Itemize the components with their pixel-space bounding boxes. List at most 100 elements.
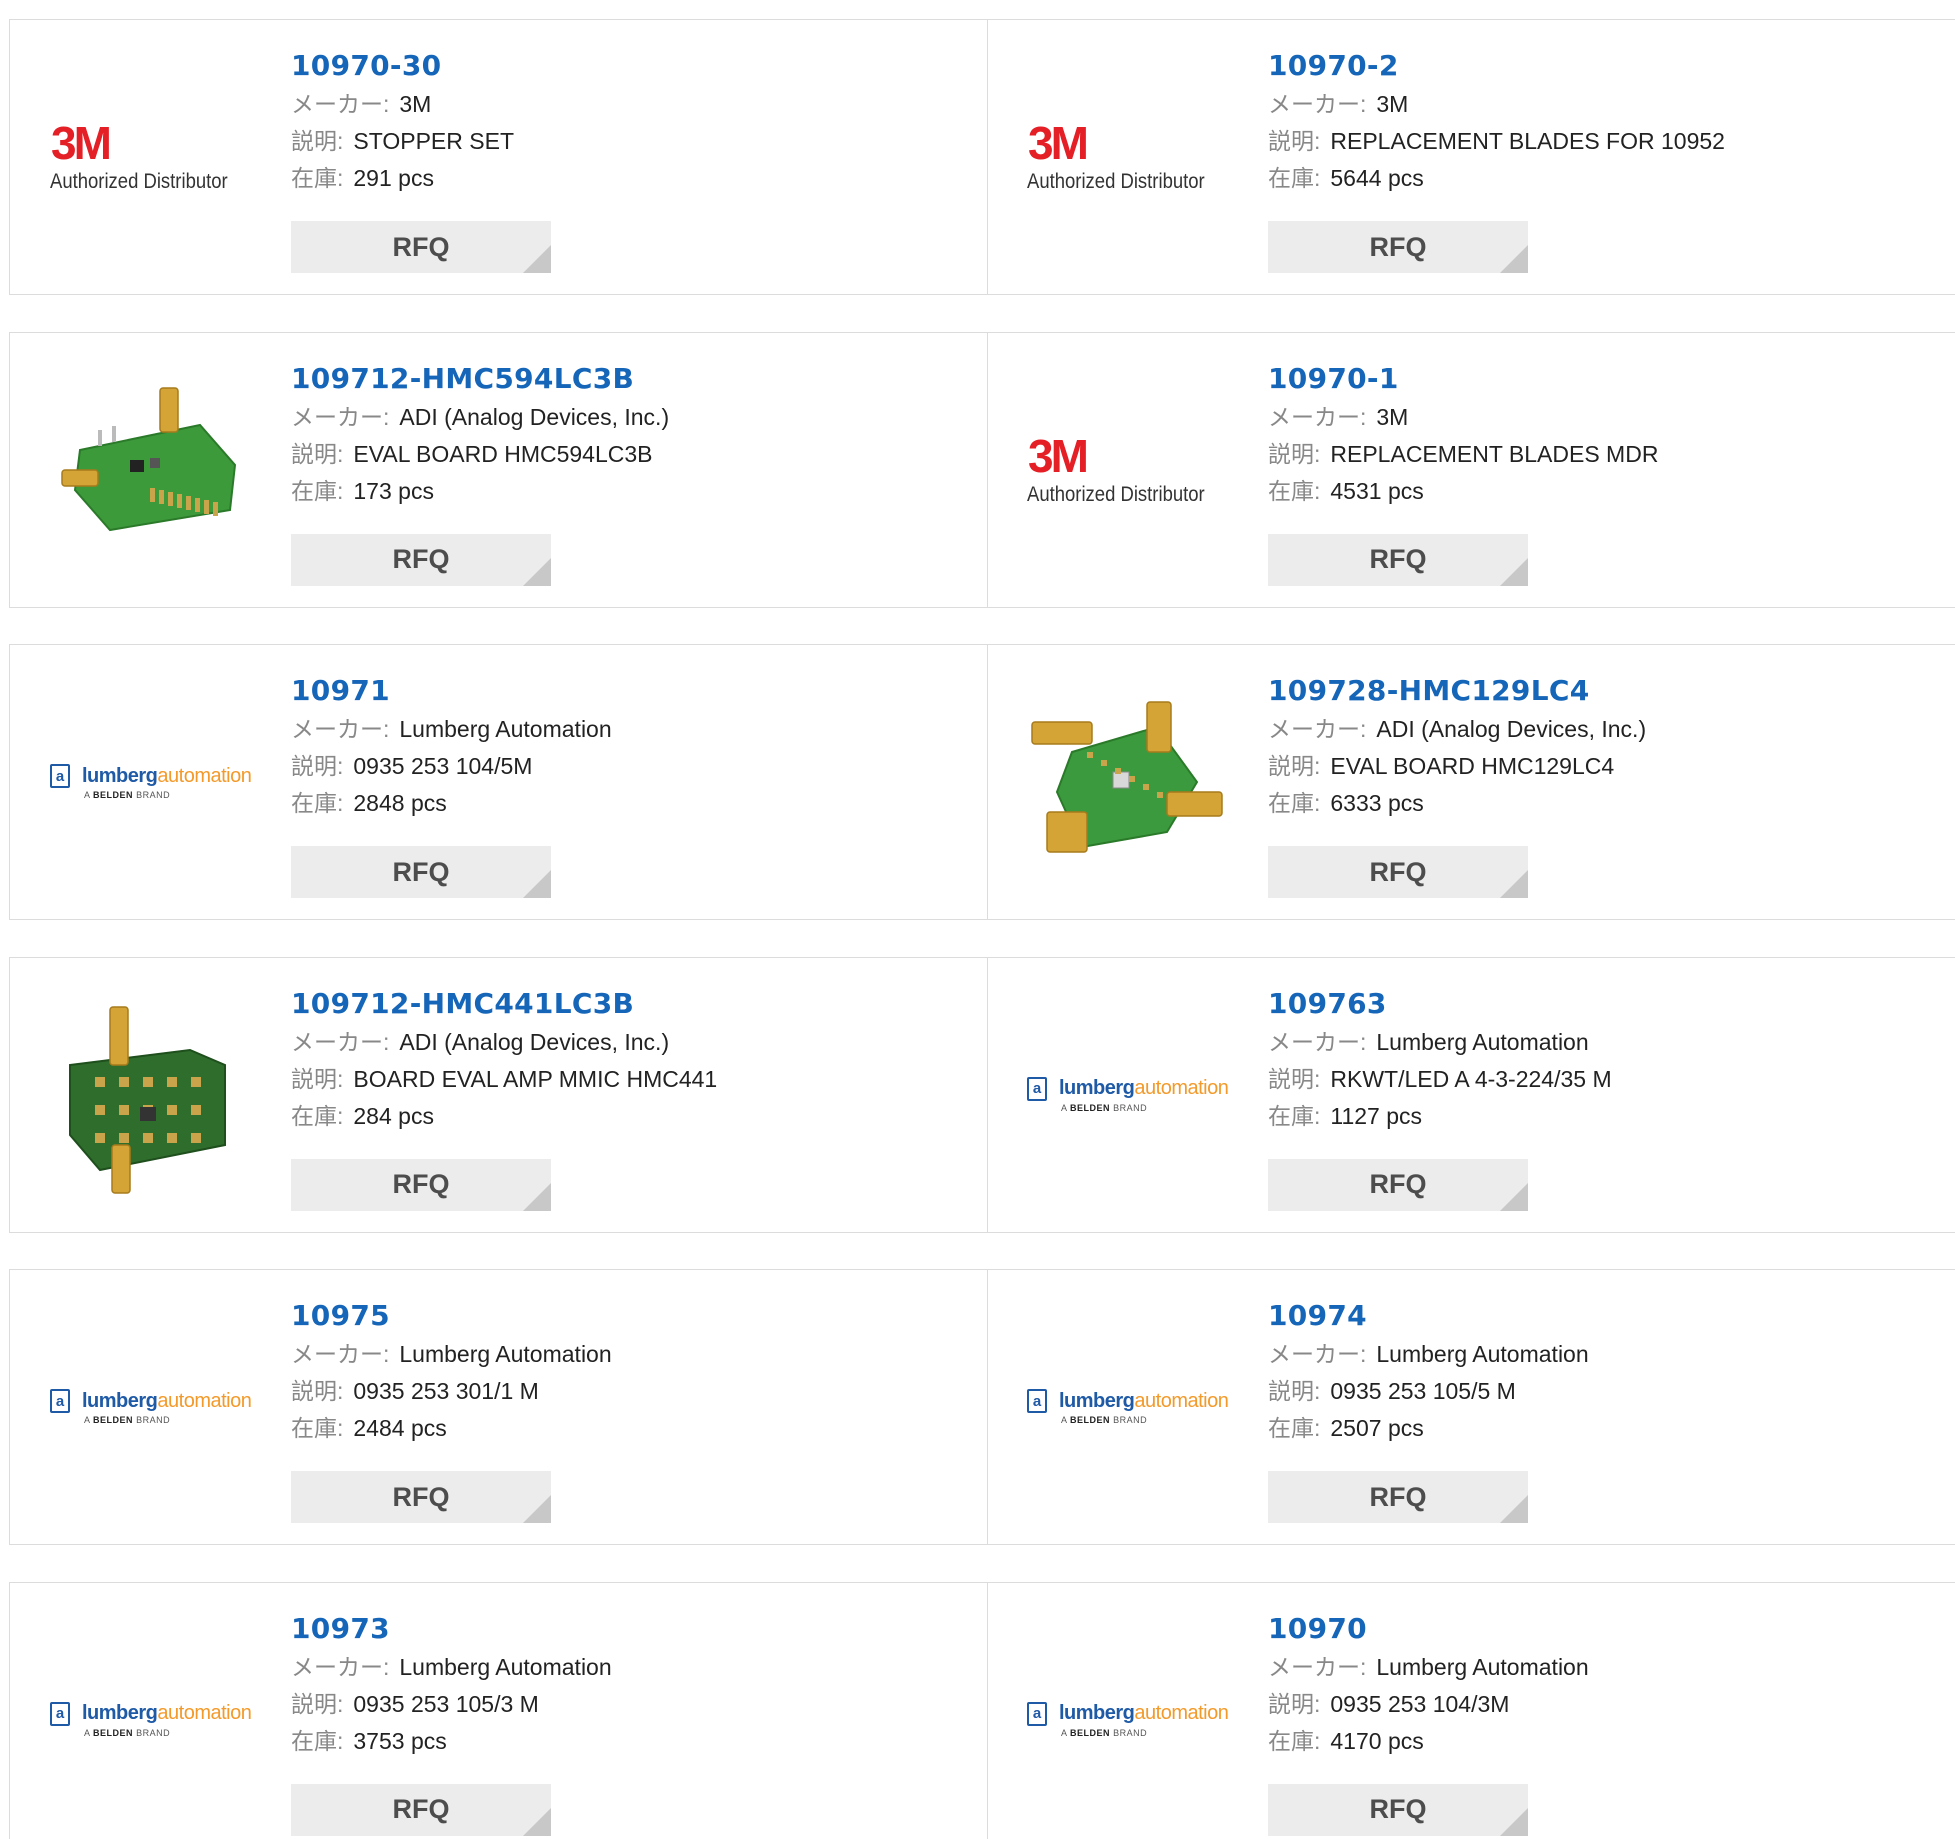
product-thumbnail[interactable] xyxy=(50,995,252,1195)
part-number-link[interactable]: 10970-30 xyxy=(291,48,441,84)
stock-value: 2507 pcs xyxy=(1330,1415,1424,1441)
description-label: 説明: xyxy=(1268,753,1321,779)
3m-logo-mark: 3M xyxy=(1028,429,1089,482)
product-thumbnail[interactable]: a lumbergautomation A BELDEN BRAND xyxy=(50,682,252,882)
part-number-link[interactable]: 10971 xyxy=(291,673,390,709)
rfq-button[interactable]: RFQ xyxy=(1268,1471,1528,1523)
part-number-link[interactable]: 10970 xyxy=(1268,1611,1367,1647)
maker-line: メーカー: Lumberg Automation xyxy=(1268,1649,1589,1686)
product-thumbnail[interactable]: a lumbergautomation A BELDEN BRAND xyxy=(1027,1307,1229,1507)
3m-logo-subtitle: Authorized Distributor xyxy=(50,170,228,193)
stock-line: 在庫: 6333 pcs xyxy=(1268,785,1646,822)
stock-label: 在庫: xyxy=(1268,1102,1321,1129)
product-thumbnail[interactable]: 3M Authorized Distributor xyxy=(50,57,252,257)
lumberg-logo: a lumbergautomation A BELDEN BRAND xyxy=(50,1701,252,1738)
maker-label: メーカー: xyxy=(1268,91,1367,117)
description-label: 説明: xyxy=(291,1065,344,1092)
3m-logo-subtitle: Authorized Distributor xyxy=(1027,170,1205,193)
part-number-link[interactable]: 10970-2 xyxy=(1268,48,1399,84)
description-label: 説明: xyxy=(291,1378,344,1404)
stock-value: 173 pcs xyxy=(353,477,434,504)
rfq-button[interactable]: RFQ xyxy=(1268,1158,1528,1211)
stock-label: 在庫: xyxy=(291,1415,344,1441)
description-line: 説明: 0935 253 104/3M xyxy=(1268,1686,1589,1723)
rfq-button[interactable]: RFQ xyxy=(1268,221,1528,273)
stock-value: 2484 pcs xyxy=(353,1415,447,1441)
description-value: RKWT/LED A 4-3-224/35 M xyxy=(1330,1065,1612,1092)
product-card: 3M Authorized Distributor 10970-30 メーカー: 3… xyxy=(10,20,988,294)
corner-triangle-icon xyxy=(523,557,551,586)
product-thumbnail[interactable] xyxy=(50,370,252,570)
lumberg-tag-brand: BRAND xyxy=(136,790,171,800)
description-value: 0935 253 105/5 M xyxy=(1330,1378,1516,1404)
rfq-button[interactable]: RFQ xyxy=(291,221,551,273)
description-value: 0935 253 104/5M xyxy=(353,753,533,779)
stock-label: 在庫: xyxy=(291,477,344,504)
product-thumbnail[interactable]: a lumbergautomation A BELDEN BRAND xyxy=(50,1307,252,1507)
product-card: a lumbergautomation A BELDEN BRAND 10976… xyxy=(989,958,1955,1232)
rfq-button[interactable]: RFQ xyxy=(291,1783,551,1836)
maker-label: メーカー: xyxy=(291,403,390,430)
product-card: 3M Authorized Distributor 10970-2 メーカー: 3M… xyxy=(989,20,1955,294)
eval-board-image xyxy=(1031,701,1223,853)
lumberg-tag-brand: BRAND xyxy=(136,1727,171,1738)
product-thumbnail[interactable] xyxy=(1027,682,1229,882)
stock-value: 2848 pcs xyxy=(353,790,447,816)
description-value: EVAL BOARD HMC129LC4 xyxy=(1330,753,1615,779)
lumberg-logo-word: lumberg xyxy=(82,764,158,787)
stock-value: 3753 pcs xyxy=(353,1727,447,1754)
product-thumbnail[interactable]: a lumbergautomation A BELDEN BRAND xyxy=(50,1620,252,1820)
product-card: 109712-HMC594LC3B メーカー: ADI (Analog Device… xyxy=(10,332,988,607)
description-value: EVAL BOARD HMC594LC3B xyxy=(353,440,653,467)
maker-line: メーカー: Lumberg Automation xyxy=(291,711,612,748)
part-number-link[interactable]: 109712-HMC594LC3B xyxy=(291,361,634,397)
rfq-button-label: RFQ xyxy=(392,1169,450,1199)
rfq-button[interactable]: RFQ xyxy=(1268,533,1528,586)
description-value: REPLACEMENT BLADES MDR xyxy=(1330,440,1659,467)
description-line: 説明: 0935 253 105/5 M xyxy=(1268,1373,1589,1410)
corner-triangle-icon xyxy=(523,245,551,273)
rfq-button-label: RFQ xyxy=(392,231,450,262)
product-row: a lumbergautomation A BELDEN BRAND 10975… xyxy=(9,1269,1955,1545)
rfq-button[interactable]: RFQ xyxy=(291,1471,551,1523)
lumberg-logo-word-accent: automation xyxy=(1134,1702,1229,1724)
description-line: 説明: 0935 253 105/3 M xyxy=(291,1686,612,1723)
stock-value: 4170 pcs xyxy=(1330,1727,1424,1754)
rfq-button[interactable]: RFQ xyxy=(1268,846,1528,898)
lumberg-logo-box: a xyxy=(1027,1389,1047,1413)
product-info: 10971 メーカー: Lumberg Automation 説明: 0935 253 … xyxy=(291,673,612,822)
lumberg-logo-box: a xyxy=(50,1389,70,1413)
part-number-link[interactable]: 10970-1 xyxy=(1268,361,1399,397)
maker-value: ADI (Analog Devices, Inc.) xyxy=(399,403,670,430)
product-thumbnail[interactable]: a lumbergautomation A BELDEN BRAND xyxy=(1027,995,1229,1195)
description-value: REPLACEMENT BLADES FOR 10952 xyxy=(1330,128,1725,154)
part-number-link[interactable]: 109763 xyxy=(1268,986,1387,1022)
lumberg-logo-word: lumberg xyxy=(1059,1077,1135,1099)
corner-triangle-icon xyxy=(1500,1182,1528,1211)
part-number-link[interactable]: 109728-HMC129LC4 xyxy=(1268,673,1589,709)
part-number-link[interactable]: 10973 xyxy=(291,1611,390,1647)
description-label: 説明: xyxy=(1268,440,1321,467)
product-thumbnail[interactable]: a lumbergautomation A BELDEN BRAND xyxy=(1027,1620,1229,1820)
part-number-link[interactable]: 10974 xyxy=(1268,1298,1367,1334)
eval-board-image xyxy=(69,1005,226,1194)
rfq-button[interactable]: RFQ xyxy=(291,1158,551,1211)
maker-line: メーカー: 3M xyxy=(291,86,514,123)
part-number-link[interactable]: 109712-HMC441LC3B xyxy=(291,986,634,1022)
product-thumbnail[interactable]: 3M Authorized Distributor xyxy=(1027,57,1229,257)
maker-value: Lumberg Automation xyxy=(1376,1653,1589,1680)
part-number-link[interactable]: 10975 xyxy=(291,1298,390,1334)
lumberg-tag-belden: BELDEN xyxy=(1070,1727,1111,1738)
rfq-button[interactable]: RFQ xyxy=(291,846,551,898)
maker-line: メーカー: 3M xyxy=(1268,86,1725,123)
3m-logo: 3M Authorized Distributor xyxy=(50,120,252,194)
lumberg-tag-brand: BRAND xyxy=(1113,1415,1148,1425)
product-thumbnail[interactable]: 3M Authorized Distributor xyxy=(1027,370,1229,570)
stock-value: 6333 pcs xyxy=(1330,790,1424,816)
description-label: 説明: xyxy=(1268,128,1321,154)
rfq-button[interactable]: RFQ xyxy=(291,533,551,586)
rfq-button[interactable]: RFQ xyxy=(1268,1783,1528,1836)
product-info: 10970-30 メーカー: 3M 説明: STOPPER SET 在庫: 291 pcs xyxy=(291,48,514,197)
product-card: a lumbergautomation A BELDEN BRAND 10973… xyxy=(10,1582,988,1839)
stock-label: 在庫: xyxy=(291,1102,344,1129)
